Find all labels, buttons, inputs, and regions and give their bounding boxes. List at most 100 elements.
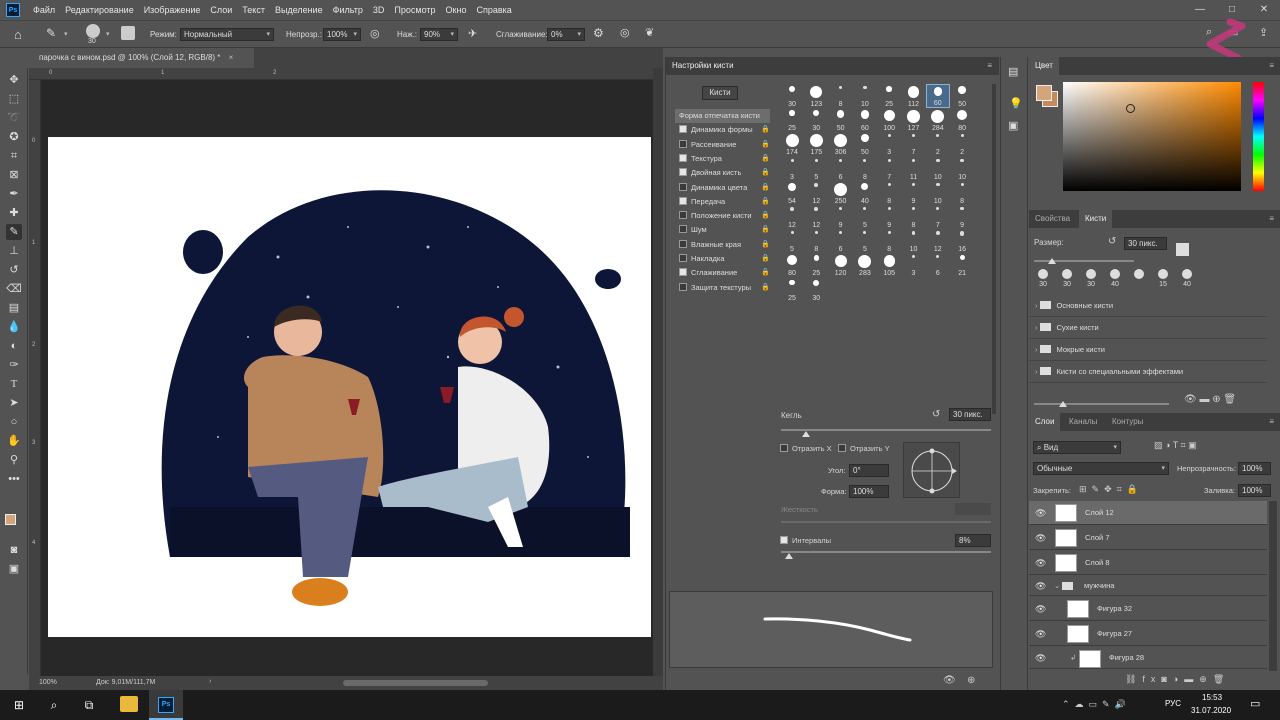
system-tray-icons[interactable]: ⌃☁▭✎🔊: [1062, 699, 1131, 710]
close-icon[interactable]: ✕: [1248, 0, 1280, 20]
brush-tool-preset-icon[interactable]: ✎: [46, 26, 56, 40]
quick-mask-icon[interactable]: ◙: [6, 542, 22, 558]
brush-tip[interactable]: 3: [902, 253, 926, 277]
gear-icon[interactable]: ⚙: [593, 26, 604, 40]
brush-size-knob[interactable]: [1048, 258, 1056, 264]
angle-roundness-widget[interactable]: [903, 442, 960, 498]
brush-tip[interactable]: 60: [925, 84, 950, 108]
foreground-color-swatch[interactable]: [5, 514, 16, 525]
document-tab[interactable]: парочка с вином.psd @ 100% (Слой 12, RGB…: [29, 48, 254, 68]
lock-icon[interactable]: 🔒: [761, 209, 770, 223]
layers-footer-icons[interactable]: ⛓fx◙◑▬⊕🗑: [1125, 674, 1230, 685]
recent-brush[interactable]: 30: [1033, 267, 1053, 295]
menu-edit[interactable]: Редактирование: [60, 0, 139, 20]
checkbox[interactable]: [679, 254, 687, 262]
menu-type[interactable]: Текст: [237, 0, 270, 20]
lock-icon[interactable]: 🔒: [761, 252, 770, 266]
brush-tip[interactable]: 40: [853, 181, 877, 205]
lock-icon[interactable]: 🔒: [761, 166, 770, 180]
layer-filter-select[interactable]: ⌕ Вид ▾: [1033, 441, 1121, 454]
layer-row[interactable]: 👁 Фигура 32: [1029, 597, 1267, 621]
lock-icons[interactable]: ⊞✎✥⌗🔒: [1079, 484, 1143, 495]
photoshop-logo-icon[interactable]: Ps: [6, 3, 20, 17]
eye-icon[interactable]: 👁: [1035, 551, 1046, 575]
fill-input[interactable]: 100%: [1238, 484, 1271, 497]
menu-select[interactable]: Выделение: [270, 0, 328, 20]
brush-tip[interactable]: 50: [829, 108, 853, 132]
brush-tip[interactable]: 3: [877, 132, 901, 156]
menu-help[interactable]: Справка: [471, 0, 516, 20]
lasso-tool-icon[interactable]: ➰: [6, 110, 22, 126]
brush-tip[interactable]: 60: [853, 108, 877, 132]
menu-image[interactable]: Изображение: [139, 0, 206, 20]
brush-tip[interactable]: 10: [950, 157, 974, 181]
toggle-brush-preview-icon[interactable]: 👁: [943, 675, 956, 686]
brush-tip[interactable]: 5: [853, 205, 877, 229]
bs-item-smoothing[interactable]: Сглаживание 🔒: [675, 266, 770, 280]
bs-item-scattering[interactable]: Рассеивание 🔒: [675, 138, 770, 152]
menu-file[interactable]: Файл: [28, 0, 60, 20]
checkbox[interactable]: [679, 168, 687, 177]
close-tab-icon[interactable]: ×: [229, 53, 234, 62]
brush-folder-wet[interactable]: › Мокрые кисти: [1029, 339, 1267, 361]
brush-tip[interactable]: 10: [926, 181, 950, 205]
brush-tip[interactable]: 80: [780, 253, 804, 277]
layer-opacity-input[interactable]: 100%: [1238, 462, 1271, 475]
tip-grid-scrollbar[interactable]: [992, 84, 996, 414]
checkbox[interactable]: [679, 268, 687, 277]
bs-item-wet-edges[interactable]: Влажные края 🔒: [675, 238, 770, 252]
lock-icon[interactable]: 🔒: [761, 223, 770, 237]
brush-tip[interactable]: 9: [829, 205, 853, 229]
eye-icon[interactable]: 👁: [1035, 501, 1046, 525]
checkbox[interactable]: [780, 536, 788, 544]
brush-tip[interactable]: 174: [780, 132, 804, 156]
brush-tip[interactable]: 8: [853, 157, 877, 181]
brush-tip[interactable]: 250: [829, 181, 853, 205]
brush-tip[interactable]: 284: [926, 108, 950, 132]
bs-item-build-up[interactable]: Накладка 🔒: [675, 252, 770, 266]
bs-item-protect-texture[interactable]: Защита текстуры 🔒: [675, 281, 770, 295]
brush-tip[interactable]: 21: [950, 253, 974, 277]
brush-tip[interactable]: 6: [926, 253, 950, 277]
pen-tool-icon[interactable]: ✑: [6, 357, 22, 373]
type-tool-icon[interactable]: T: [6, 376, 22, 392]
minimize-icon[interactable]: —: [1184, 0, 1216, 20]
bs-item-color-dynamics[interactable]: Динамика цвета 🔒: [675, 181, 770, 195]
share-icon[interactable]: ⇪: [1259, 26, 1268, 39]
menu-3d[interactable]: 3D: [368, 0, 390, 20]
new-brush-preset-icon[interactable]: [1176, 243, 1189, 256]
roundness-input[interactable]: 100%: [849, 485, 889, 498]
chevron-down-icon[interactable]: ▾: [106, 30, 110, 38]
checkbox[interactable]: [679, 182, 687, 191]
spacing-input[interactable]: 8%: [955, 534, 991, 547]
marquee-tool-icon[interactable]: ⬚: [6, 91, 22, 107]
brush-folder-special[interactable]: › Кисти со специальными эффектами: [1029, 361, 1267, 383]
tab-brushes[interactable]: Кисти: [1079, 210, 1113, 228]
brush-tip[interactable]: 2: [926, 132, 950, 156]
quick-select-tool-icon[interactable]: ✪: [6, 129, 22, 145]
chevron-down-icon[interactable]: ⌄: [1054, 576, 1060, 596]
brush-size-input[interactable]: 30 пикс.: [1124, 237, 1167, 250]
brush-tip[interactable]: 50: [853, 132, 877, 156]
search-icon[interactable]: ⌕: [45, 696, 63, 714]
hardness-slider-track[interactable]: [781, 521, 991, 523]
flip-x-option[interactable]: Отразить X: [780, 444, 832, 453]
recent-brush[interactable]: [1129, 267, 1149, 295]
panel-menu-icon[interactable]: ≡: [987, 57, 992, 75]
brush-tip[interactable]: 105: [877, 253, 901, 277]
spacing-slider-track[interactable]: [781, 551, 991, 553]
brush-tip[interactable]: 10: [926, 157, 950, 181]
brush-tip[interactable]: 12: [804, 181, 828, 205]
brush-tip[interactable]: 7: [902, 132, 926, 156]
size-slider-knob[interactable]: [802, 431, 811, 437]
brush-tip[interactable]: 12: [926, 229, 950, 253]
chevron-down-icon[interactable]: ▾: [64, 30, 68, 38]
brush-tip[interactable]: 10: [853, 84, 877, 108]
angle-input[interactable]: 0°: [849, 464, 889, 477]
flip-y-option[interactable]: Отразить Y: [838, 444, 890, 453]
brush-panel-footer-icons[interactable]: 👁 ▬ ⊕ 🗑: [1184, 394, 1236, 405]
brush-tip[interactable]: 12: [780, 205, 804, 229]
layer-row[interactable]: 👁 Слой 8: [1029, 551, 1267, 575]
brush-tip[interactable]: 25: [877, 84, 901, 108]
tab-paths[interactable]: Контуры: [1106, 413, 1149, 431]
